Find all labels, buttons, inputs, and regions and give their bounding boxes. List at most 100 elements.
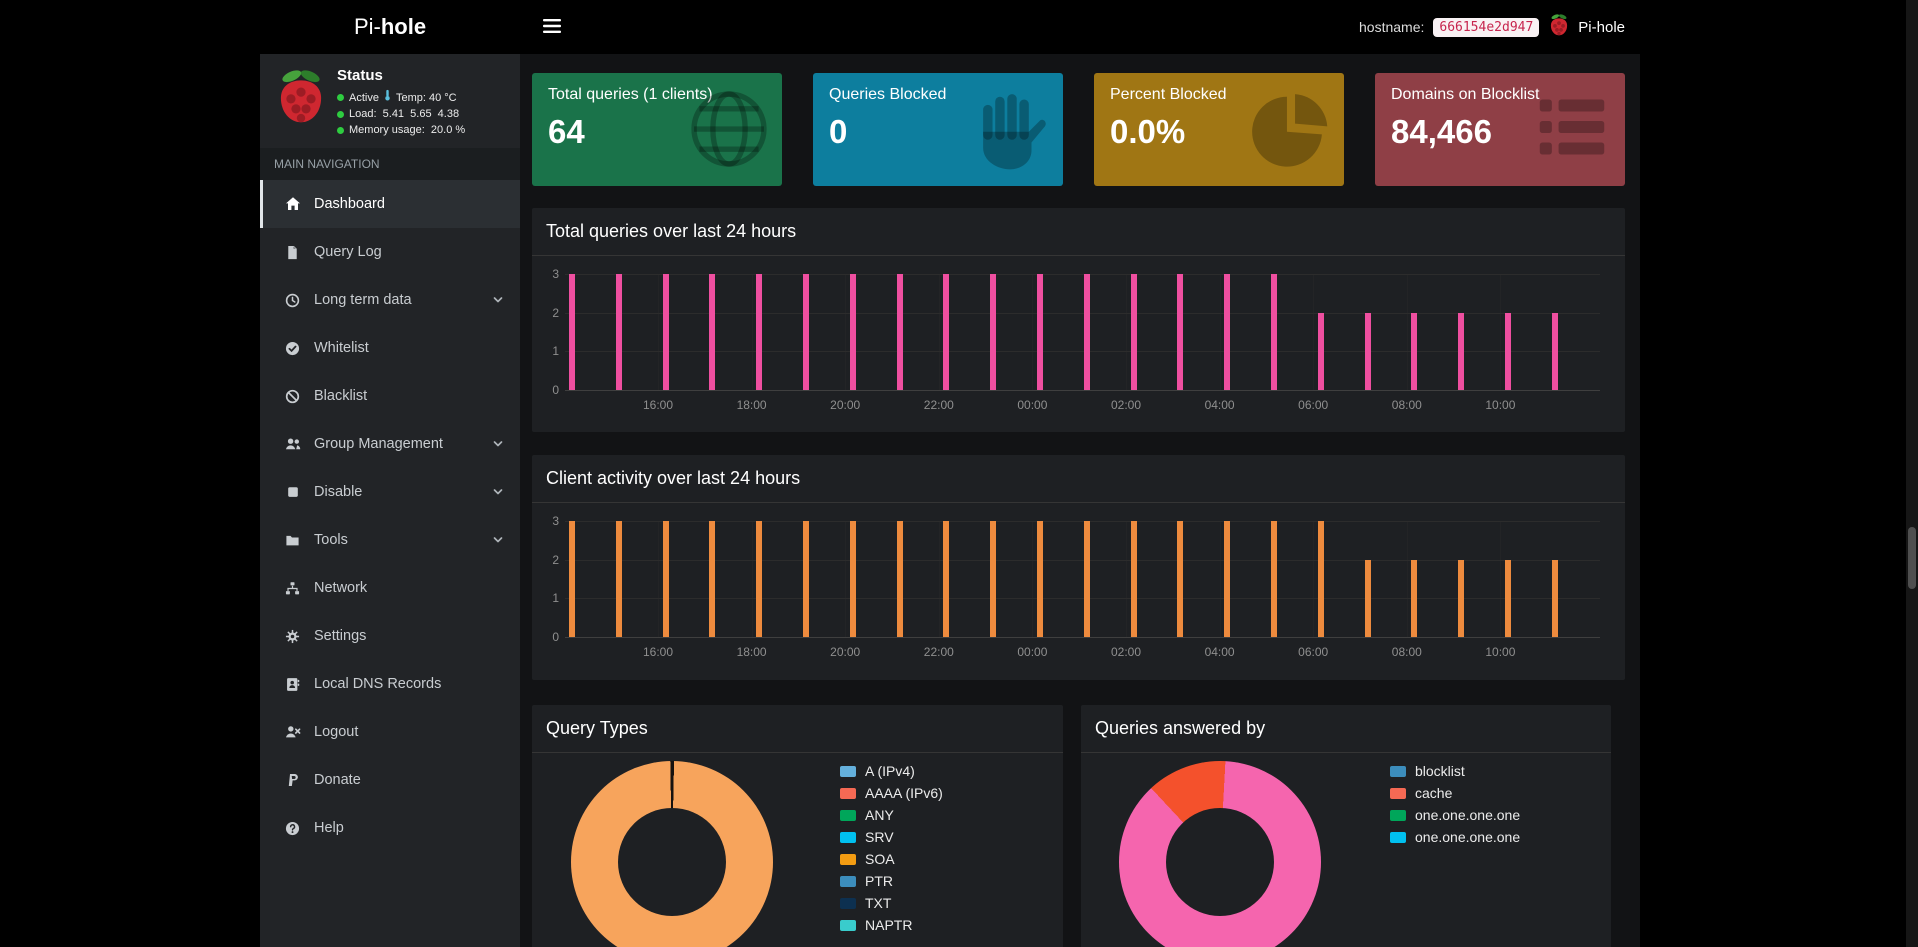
sidebar-item-disable[interactable]: Disable bbox=[260, 468, 520, 516]
legend-label: SRV bbox=[865, 829, 894, 845]
chart-bar[interactable] bbox=[1084, 521, 1090, 637]
sidebar-item-tools[interactable]: Tools bbox=[260, 516, 520, 564]
legend-item-txt[interactable]: TXT bbox=[840, 895, 943, 911]
sidebar-item-local-dns-records[interactable]: Local DNS Records bbox=[260, 660, 520, 708]
legend-item-aaaa-ipv6[interactable]: AAAA (IPv6) bbox=[840, 785, 943, 801]
clock-icon bbox=[284, 293, 301, 308]
sidebar-item-dashboard[interactable]: Dashboard bbox=[260, 180, 520, 228]
sidebar-item-settings[interactable]: Settings bbox=[260, 612, 520, 660]
x-axis-tick-label: 20:00 bbox=[830, 645, 860, 659]
chart-bar[interactable] bbox=[569, 521, 575, 637]
legend-item-any[interactable]: ANY bbox=[840, 807, 943, 823]
chart-bar[interactable] bbox=[943, 521, 949, 637]
chart-bar[interactable] bbox=[1552, 560, 1558, 637]
sidebar-item-donate[interactable]: Donate bbox=[260, 756, 520, 804]
legend-swatch bbox=[840, 810, 856, 821]
sidebar-item-logout[interactable]: Logout bbox=[260, 708, 520, 756]
chart-bar[interactable] bbox=[1318, 313, 1324, 390]
navbar-brand-right[interactable]: Pi-hole bbox=[1548, 13, 1625, 42]
chart-bar[interactable] bbox=[990, 521, 996, 637]
chart-bar[interactable] bbox=[1458, 560, 1464, 637]
gridline bbox=[1407, 521, 1408, 637]
chart-bar[interactable] bbox=[616, 521, 622, 637]
legend-item-ptr[interactable]: PTR bbox=[840, 873, 943, 889]
sidebar-item-query-log[interactable]: Query Log bbox=[260, 228, 520, 276]
sidebar-item-whitelist[interactable]: Whitelist bbox=[260, 324, 520, 372]
legend-item-naptr[interactable]: NAPTR bbox=[840, 917, 943, 933]
legend-item-srv[interactable]: SRV bbox=[840, 829, 943, 845]
legend-swatch bbox=[1390, 810, 1406, 821]
sidebar-item-label: Dashboard bbox=[314, 196, 385, 212]
chart-bar[interactable] bbox=[663, 521, 669, 637]
chart-bar[interactable] bbox=[616, 274, 622, 390]
chart-bar[interactable] bbox=[850, 274, 856, 390]
chart-bar[interactable] bbox=[1224, 521, 1230, 637]
x-axis-tick-label: 22:00 bbox=[924, 398, 954, 412]
query-types-donut-chart[interactable] bbox=[571, 761, 773, 947]
chart-bar[interactable] bbox=[1131, 274, 1137, 390]
chart-bar[interactable] bbox=[943, 274, 949, 390]
brand-bold: hole bbox=[381, 14, 426, 40]
chart-bar[interactable] bbox=[1271, 521, 1277, 637]
chart-bar[interactable] bbox=[1271, 274, 1277, 390]
users-icon bbox=[284, 436, 301, 452]
legend-item-a-ipv4[interactable]: A (IPv4) bbox=[840, 763, 943, 779]
chart-bar[interactable] bbox=[803, 274, 809, 390]
gridline bbox=[752, 274, 753, 390]
chevron-down-icon bbox=[492, 438, 504, 450]
chart-bar[interactable] bbox=[1084, 274, 1090, 390]
gridline bbox=[565, 313, 1600, 314]
chart-bar[interactable] bbox=[850, 521, 856, 637]
sidebar-item-long-term-data[interactable]: Long term data bbox=[260, 276, 520, 324]
total-queries-chart[interactable]: 012316:0018:0020:0022:0000:0002:0004:000… bbox=[565, 274, 1600, 390]
chart-bar[interactable] bbox=[803, 521, 809, 637]
stop-icon bbox=[284, 485, 301, 499]
chart-bar[interactable] bbox=[756, 521, 762, 637]
chart-bar[interactable] bbox=[1365, 560, 1371, 637]
sidebar-item-network[interactable]: Network bbox=[260, 564, 520, 612]
legend-item-one-one-one-one[interactable]: one.one.one.one bbox=[1390, 807, 1520, 823]
chart-bar[interactable] bbox=[756, 274, 762, 390]
chart-bar[interactable] bbox=[1037, 274, 1043, 390]
chart-bar[interactable] bbox=[1037, 521, 1043, 637]
chart-bar[interactable] bbox=[1458, 313, 1464, 390]
chart-bar[interactable] bbox=[569, 274, 575, 390]
legend-swatch bbox=[840, 920, 856, 931]
chart-bar[interactable] bbox=[1411, 560, 1417, 637]
chart-bar[interactable] bbox=[990, 274, 996, 390]
legend-item-one-one-one-one[interactable]: one.one.one.one bbox=[1390, 829, 1520, 845]
sidebar-item-blacklist[interactable]: Blacklist bbox=[260, 372, 520, 420]
x-axis-tick-label: 00:00 bbox=[1017, 645, 1047, 659]
sidebar-item-help[interactable]: Help bbox=[260, 804, 520, 852]
chart-bar[interactable] bbox=[897, 274, 903, 390]
chart-bar[interactable] bbox=[1411, 313, 1417, 390]
chart-bar[interactable] bbox=[1318, 521, 1324, 637]
chart-bar[interactable] bbox=[1177, 274, 1183, 390]
chart-bar[interactable] bbox=[1365, 313, 1371, 390]
chart-bar[interactable] bbox=[1505, 313, 1511, 390]
chart-bar[interactable] bbox=[709, 521, 715, 637]
menu-toggle-button[interactable] bbox=[530, 0, 574, 54]
legend-label: A (IPv4) bbox=[865, 763, 915, 779]
chart-bar[interactable] bbox=[663, 274, 669, 390]
donate-icon bbox=[284, 773, 301, 787]
gridline bbox=[845, 521, 846, 637]
legend-item-soa[interactable]: SOA bbox=[840, 851, 943, 867]
pie-chart-icon bbox=[1248, 86, 1334, 172]
brand-logo[interactable]: Pi-hole bbox=[260, 0, 520, 54]
chart-bar[interactable] bbox=[1505, 560, 1511, 637]
legend-item-cache[interactable]: cache bbox=[1390, 785, 1520, 801]
scrollbar-thumb[interactable] bbox=[1908, 527, 1916, 589]
chart-bar[interactable] bbox=[897, 521, 903, 637]
client-activity-chart[interactable]: 012316:0018:0020:0022:0000:0002:0004:000… bbox=[565, 521, 1600, 637]
queries-answered-by-donut-chart[interactable] bbox=[1119, 761, 1321, 947]
legend-item-blocklist[interactable]: blocklist bbox=[1390, 763, 1520, 779]
chart-bar[interactable] bbox=[1552, 313, 1558, 390]
file-icon bbox=[284, 245, 301, 260]
chart-bar[interactable] bbox=[1177, 521, 1183, 637]
chart-bar[interactable] bbox=[1131, 521, 1137, 637]
chart-bar[interactable] bbox=[709, 274, 715, 390]
chart-bar[interactable] bbox=[1224, 274, 1230, 390]
y-axis-tick-label: 2 bbox=[537, 553, 559, 567]
sidebar-item-group-management[interactable]: Group Management bbox=[260, 420, 520, 468]
